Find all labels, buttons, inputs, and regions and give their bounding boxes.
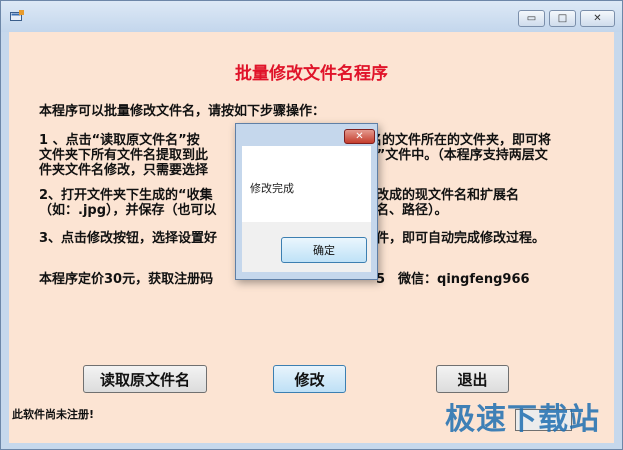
maximize-icon: □	[557, 13, 568, 24]
step2-line2: （如：.jpg），并保存（也可以	[39, 203, 217, 218]
price-text: 本程序定价30元，获取注册码	[39, 272, 214, 287]
maximize-button[interactable]: □	[549, 10, 576, 27]
step1-line2: 文件夹下所有文件名提取到此	[39, 148, 209, 163]
dialog-message: 修改完成	[250, 182, 294, 195]
step3-tail: 件，即可自动完成修改过程。	[376, 231, 546, 246]
unregistered-status: 此软件尚未注册!	[12, 408, 95, 421]
ok-button[interactable]: 确定	[281, 237, 367, 263]
minimize-icon: ▭	[526, 13, 537, 24]
step2-line1-tail: 改成的现文件名和扩展名	[376, 188, 520, 203]
dialog-footer: 确定	[242, 222, 371, 272]
message-dialog: ✕ 修改完成 确定	[235, 123, 378, 280]
step1-line1: 1 、点击“读取原文件名”按	[39, 133, 200, 148]
page-title: 批量修改文件名程序	[235, 64, 388, 84]
dialog-close-button[interactable]: ✕	[344, 129, 375, 144]
step2-line2-tail: 名、路径）。	[376, 203, 448, 218]
modify-button[interactable]: 修改	[273, 365, 346, 393]
intro-text: 本程序可以批量修改文件名，请按如下步骤操作：	[39, 104, 326, 119]
minimize-button[interactable]: ▭	[518, 10, 545, 27]
read-filenames-button[interactable]: 读取原文件名	[83, 365, 207, 393]
close-icon: ✕	[593, 13, 602, 24]
step3-text: 3、点击修改按钮，选择设置好	[39, 231, 218, 246]
watermark-logo: 极速下载站	[445, 402, 600, 437]
step1-line1-tail: 名的文件所在的文件夹，即可将	[369, 133, 552, 148]
step1-line2-tail: s”文件中。（本程序支持两层文	[369, 148, 548, 163]
dialog-body: 修改完成	[242, 146, 371, 222]
quit-button[interactable]: 退出	[436, 365, 509, 393]
close-button[interactable]: ✕	[580, 10, 615, 27]
app-icon	[10, 10, 24, 21]
title-bar[interactable]: ▭ □ ✕	[1, 1, 622, 32]
step1-line3: 件夹文件名修改，只需要选择	[39, 163, 209, 178]
close-icon: ✕	[355, 131, 364, 142]
price-tail: 5 微信：qingfeng966	[376, 272, 530, 287]
step2-line1: 2、打开文件夹下生成的“收集	[39, 188, 213, 203]
